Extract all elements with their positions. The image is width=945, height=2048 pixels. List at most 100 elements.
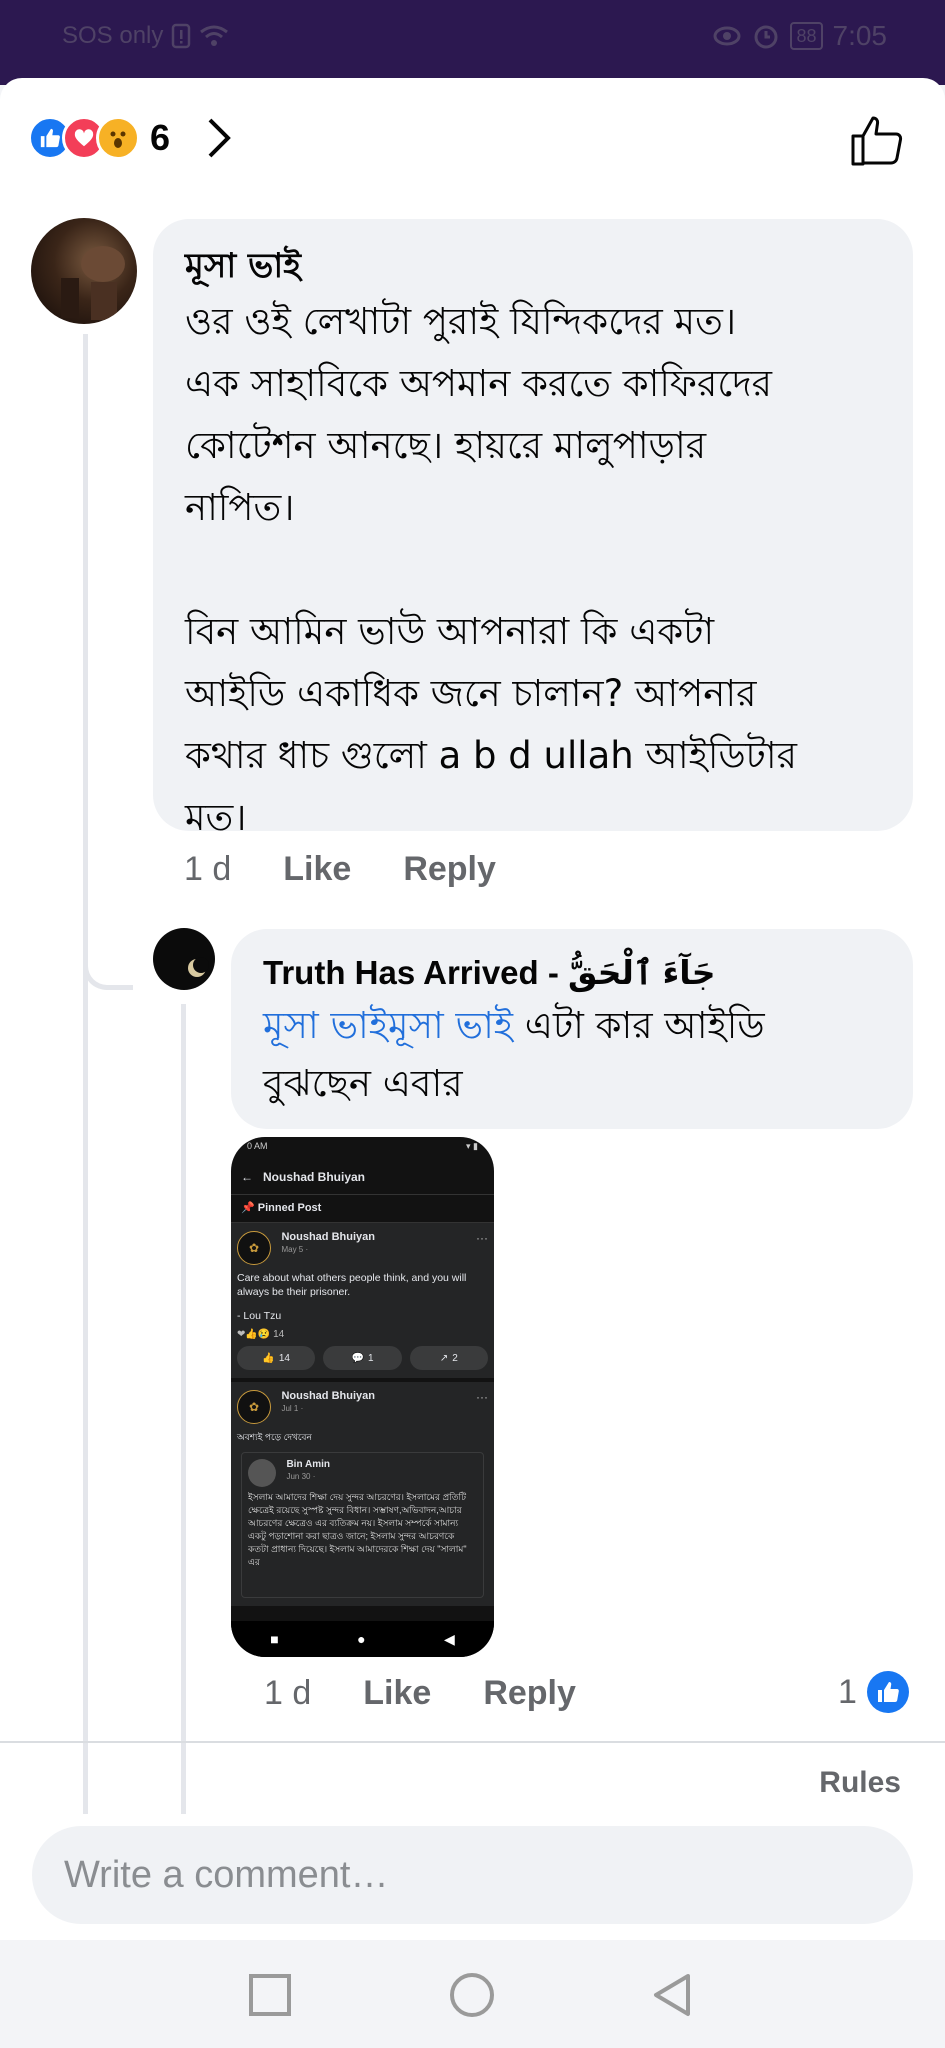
inner-shared-author: Bin Amin Jun 30 · bbox=[286, 1459, 330, 1481]
inner-post-author: Noushad Bhuiyan Jul 1 · bbox=[281, 1390, 375, 1413]
comment-line: বুঝছেন এবার bbox=[263, 1062, 463, 1105]
inner-post-date: Jul 1 · bbox=[281, 1404, 304, 1413]
comment-time: 1 d bbox=[184, 850, 232, 888]
clock: 7:05 bbox=[832, 20, 888, 51]
inner-post-actions: 👍 14 💬 1 ↗ 2 bbox=[237, 1346, 488, 1370]
inner-pinned-label: Pinned Post bbox=[257, 1202, 322, 1214]
comment-author[interactable]: মূসা ভাই bbox=[185, 243, 881, 289]
inner-shared-text: ইসলাম আমাদের শিক্ষা দেয় সুন্দর আচরণের। … bbox=[248, 1492, 467, 1567]
inner-comment-count: 💬 1 bbox=[323, 1346, 402, 1370]
eye-icon bbox=[713, 26, 741, 46]
crescent-icon bbox=[188, 957, 209, 977]
inner-post-2: ··· ✿ Noushad Bhuiyan Jul 1 · অবশ্যই পড়ে… bbox=[231, 1382, 494, 1606]
inner-post-author: Noushad Bhuiyan May 5 · bbox=[281, 1231, 375, 1254]
inner-shared-date: Jun 30 · bbox=[286, 1472, 316, 1481]
reply-button[interactable]: Reply bbox=[483, 1674, 576, 1713]
inner-reaction-count: 14 bbox=[273, 1329, 285, 1340]
avatar-image bbox=[61, 246, 125, 320]
inner-header: ← Noushad Bhuiyan bbox=[231, 1159, 494, 1195]
more-icon: ··· bbox=[476, 1231, 488, 1245]
inner-avatar: ✿ bbox=[237, 1390, 271, 1424]
inner-likes: 14 bbox=[278, 1352, 290, 1364]
inner-post-name: Noushad Bhuiyan bbox=[281, 1231, 375, 1243]
inner-pinned: 📌 Pinned Post bbox=[231, 1195, 494, 1223]
comment-author[interactable]: Truth Has Arrived - جَآءَ ٱلْحَقُّ bbox=[263, 949, 881, 997]
like-button[interactable]: Like bbox=[283, 850, 351, 889]
comment-line: নাপিত। bbox=[185, 486, 295, 529]
inner-header-title: Noushad Bhuiyan bbox=[263, 1169, 366, 1184]
comment-text-rest: এটা কার আইডি bbox=[513, 1004, 765, 1047]
comment-input[interactable] bbox=[32, 1826, 913, 1924]
mention-link[interactable]: মূসা ভাইমূসা ভাই bbox=[263, 1004, 513, 1047]
comment-line: কথার ধাচ গুলো a b d ullah আইডিটার bbox=[185, 734, 797, 777]
comments-sheet: 6 মূসা ভাই ওর ওই লেখাটা পুরাই যিন্দিকদের… bbox=[0, 78, 945, 1940]
alarm-icon bbox=[754, 25, 778, 49]
more-icon: ··· bbox=[476, 1390, 488, 1404]
inner-nav-bar: ■ ● ◀ bbox=[231, 1621, 494, 1657]
status-right: 88 7:05 bbox=[712, 20, 887, 52]
inner-status-icons: ▾ ▮ bbox=[466, 1141, 478, 1151]
inner-shares: 2 bbox=[452, 1352, 458, 1364]
comment-bubble-1[interactable]: মূসা ভাই ওর ওই লেখাটা পুরাই যিন্দিকদের ম… bbox=[153, 219, 913, 839]
comment-line: ওর ওই লেখাটা পুরাই যিন্দিকদের মত। bbox=[185, 300, 737, 343]
comment-time: 1 d bbox=[264, 1674, 312, 1712]
like-outline-icon[interactable] bbox=[849, 112, 905, 168]
comment-bubble-2[interactable]: Truth Has Arrived - جَآءَ ٱلْحَقُّ মূসা … bbox=[231, 929, 913, 1129]
avatar-truth-has-arrived[interactable] bbox=[153, 928, 215, 990]
like-button[interactable]: Like bbox=[363, 1674, 431, 1713]
pin-icon: 📌 bbox=[241, 1202, 255, 1214]
inner-like-count: 👍 14 bbox=[237, 1346, 316, 1370]
home-icon[interactable] bbox=[447, 1970, 497, 2020]
rules-link[interactable]: Rules bbox=[819, 1766, 901, 1800]
attached-screenshot[interactable]: 0 AM ▾ ▮ ← Noushad Bhuiyan 📌 Pinned Post … bbox=[231, 1137, 494, 1657]
comment-like-badge[interactable]: 1 bbox=[838, 1671, 909, 1713]
reactions-summary[interactable]: 6 bbox=[28, 116, 232, 160]
inner-post-text: Care about what others people think, and… bbox=[237, 1272, 467, 1298]
thread-line-reply bbox=[181, 1004, 186, 1814]
like-icon bbox=[866, 1671, 909, 1713]
chevron-right-icon bbox=[208, 118, 231, 158]
status-bar: SOS only 88 7:05 bbox=[0, 0, 945, 85]
inner-circle-icon: ● bbox=[357, 1631, 366, 1647]
inner-avatar: ✿ bbox=[237, 1231, 271, 1265]
comment-line: বিন আমিন ভাউ আপনারা কি একটা bbox=[185, 610, 715, 653]
sos-label: SOS only bbox=[62, 22, 164, 49]
inner-post-text: অবশ্যই পড়ে দেখবেন bbox=[237, 1432, 312, 1442]
status-left: SOS only bbox=[62, 22, 229, 50]
system-nav-bar bbox=[0, 1940, 945, 2048]
inner-square-icon: ■ bbox=[270, 1631, 279, 1647]
wifi-icon bbox=[200, 25, 229, 46]
thread-connector bbox=[83, 938, 133, 990]
recent-apps-icon[interactable] bbox=[245, 1970, 295, 2020]
comment-line: এক সাহাবিকে অপমান করতে কাফিরদের bbox=[185, 362, 772, 405]
thread-line-main bbox=[83, 334, 88, 1814]
back-arrow-icon: ← bbox=[241, 1169, 253, 1184]
inner-post-quote: - Lou Tzu bbox=[237, 1310, 282, 1322]
comment-line: আইডি একাধিক জনে চালান? আপনার bbox=[185, 672, 757, 715]
comment-meta-1: 1 d Like Reply bbox=[184, 850, 496, 889]
comment-text: মূসা ভাইমূসা ভাই এটা কার আইডি বুঝছেন এবা… bbox=[263, 997, 881, 1113]
inner-post-name: Noushad Bhuiyan bbox=[281, 1390, 375, 1402]
wow-icon bbox=[96, 116, 140, 160]
back-icon[interactable] bbox=[648, 1970, 698, 2020]
comment-text: ওর ওই লেখাটা পুরাই যিন্দিকদের মত। এক সাহ… bbox=[185, 291, 881, 849]
inner-shared-avatar bbox=[248, 1459, 276, 1487]
reaction-count: 6 bbox=[150, 117, 171, 158]
inner-share-count: ↗ 2 bbox=[409, 1346, 488, 1370]
comment-meta-2: 1 d Like Reply bbox=[264, 1674, 576, 1713]
like-count: 1 bbox=[838, 1672, 857, 1711]
sim-alert-icon bbox=[172, 23, 191, 49]
inner-back-icon: ◀ bbox=[443, 1630, 455, 1647]
inner-status-time: 0 AM bbox=[247, 1141, 268, 1151]
comment-line bbox=[185, 539, 881, 601]
comment-line: কোটেশন আনছে। হায়রে মালুপাড়ার bbox=[185, 424, 707, 467]
inner-shared-post: Bin Amin Jun 30 · ইসলাম আমাদের শিক্ষা দেয… bbox=[241, 1452, 484, 1598]
battery-indicator: 88 bbox=[790, 22, 823, 50]
reply-button[interactable]: Reply bbox=[403, 850, 496, 889]
inner-comments: 1 bbox=[367, 1352, 374, 1364]
inner-post-date: May 5 · bbox=[281, 1245, 309, 1254]
comment-line: মত। bbox=[185, 796, 247, 839]
inner-post-1: ··· ✿ Noushad Bhuiyan May 5 · Care about … bbox=[231, 1223, 494, 1378]
avatar-musa-bhai[interactable] bbox=[31, 218, 137, 324]
inner-post-reactions: ❤👍😢 14 bbox=[237, 1329, 285, 1340]
